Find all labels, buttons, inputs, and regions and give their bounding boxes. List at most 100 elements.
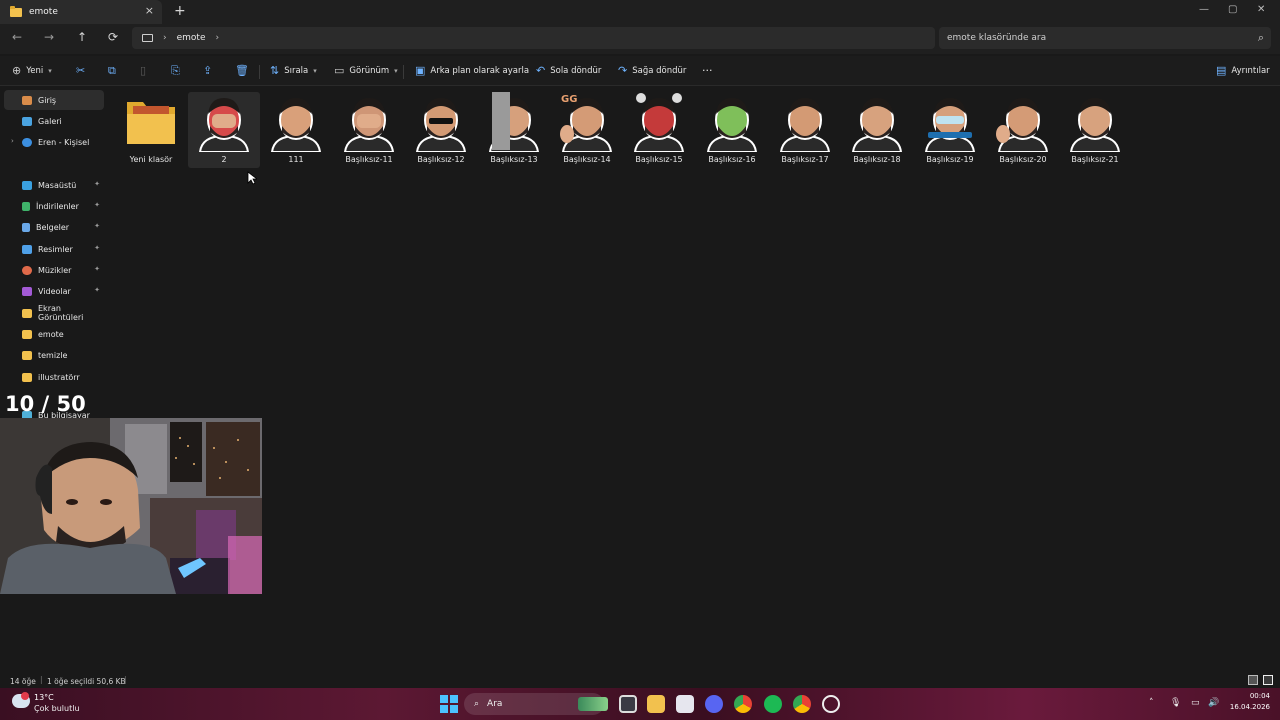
file-item[interactable]: Yeni klasör	[115, 92, 187, 168]
file-item[interactable]: Başlıksız-18	[841, 92, 913, 168]
webcam-overlay	[0, 418, 262, 594]
monitor-icon[interactable]: ▭	[1191, 698, 1200, 708]
chevron-down-icon: ▾	[48, 66, 52, 75]
discord-icon[interactable]	[705, 695, 723, 713]
cut-icon[interactable]: ✂	[76, 64, 85, 77]
file-item[interactable]: Başlıksız-21	[1059, 92, 1131, 168]
address-bar[interactable]: › emote ›	[132, 27, 935, 49]
search-placeholder: emote klasöründe ara	[947, 33, 1047, 43]
file-item[interactable]: Başlıksız-16	[696, 92, 768, 168]
tab-emote[interactable]: emote ×	[0, 0, 162, 24]
weather-desc: Çok bulutlu	[34, 704, 80, 713]
new-tab-button[interactable]: +	[174, 3, 186, 19]
chrome-icon[interactable]	[734, 695, 752, 713]
file-name: Başlıksız-15	[635, 155, 683, 164]
sidebar-item-temizle[interactable]: temizle	[4, 345, 104, 365]
file-item[interactable]: 2	[188, 92, 260, 168]
sidebar-label: illustratörr	[38, 372, 80, 382]
sidebar-item-music[interactable]: Müzikler ✦	[4, 260, 104, 280]
pin-icon: ✦	[94, 265, 100, 273]
sidebar-item-documents[interactable]: Belgeler ✦	[4, 217, 104, 237]
details-button[interactable]: ▤ Ayrıntılar	[1216, 64, 1270, 77]
minimize-button[interactable]: —	[1199, 4, 1209, 15]
breadcrumb-separator[interactable]: ›	[216, 33, 220, 43]
refresh-button[interactable]: ⟳	[108, 30, 118, 44]
cloud-icon	[22, 137, 32, 147]
chrome-profile-icon[interactable]	[793, 695, 811, 713]
file-item[interactable]: Başlıksız-11	[333, 92, 405, 168]
sidebar-label: temizle	[38, 350, 68, 360]
more-options-button[interactable]: ···	[702, 64, 713, 77]
paste-icon[interactable]: ▯	[140, 64, 146, 77]
maximize-button[interactable]: ▢	[1228, 4, 1237, 15]
file-item[interactable]: Başlıksız-20	[987, 92, 1059, 168]
details-pane-icon: ▤	[1216, 64, 1227, 77]
sidebar-label: Resimler	[38, 244, 73, 254]
view-button[interactable]: ▭ Görünüm ▾	[334, 64, 398, 77]
breadcrumb-separator: ›	[163, 33, 167, 43]
sidebar-item-emote[interactable]: emote	[4, 324, 104, 344]
file-item[interactable]: Başlıksız-15	[623, 92, 695, 168]
sidebar-item-illustrator[interactable]: illustratörr	[4, 367, 104, 387]
emote-thumbnail-image	[924, 98, 976, 152]
chevron-right-icon[interactable]: ›	[11, 137, 14, 145]
file-item[interactable]: GG Başlıksız-14	[551, 92, 623, 168]
sidebar-item-pictures[interactable]: Resimler ✦	[4, 239, 104, 259]
tab-close-button[interactable]: ×	[145, 4, 154, 17]
sidebar-item-downloads[interactable]: İndirilenler ✦	[4, 196, 104, 216]
file-item[interactable]: 111	[260, 92, 332, 168]
file-item[interactable]: Başlıksız-17	[769, 92, 841, 168]
breadcrumb-emote[interactable]: emote	[177, 33, 206, 43]
file-item[interactable]: Başlıksız-12	[405, 92, 477, 168]
emote-thumbnail-image	[343, 98, 395, 152]
volume-icon[interactable]: 🔊	[1208, 698, 1219, 708]
emote-thumbnail-image	[851, 98, 903, 152]
store-icon[interactable]	[676, 695, 694, 713]
file-item[interactable]: Başlıksız-19	[914, 92, 986, 168]
emote-thumbnail-image	[706, 98, 758, 152]
delete-icon[interactable]: 🗑	[235, 64, 249, 77]
widget-thumbnail-icon[interactable]	[578, 697, 608, 711]
details-view-toggle[interactable]	[1248, 675, 1258, 685]
spotify-icon[interactable]	[764, 695, 782, 713]
sidebar-item-videos[interactable]: Videolar ✦	[4, 281, 104, 301]
file-item[interactable]: Başlıksız-13	[478, 92, 550, 168]
set-background-button[interactable]: ▣ Arka plan olarak ayarla	[415, 64, 529, 77]
sidebar-item-onedrive[interactable]: › Eren - Kişisel	[4, 132, 104, 152]
share-icon[interactable]: ⇪	[203, 64, 212, 77]
sort-button[interactable]: ⇅ Sırala ▾	[270, 64, 317, 77]
emote-thumbnail-image	[488, 92, 540, 152]
task-view-icon[interactable]	[619, 695, 637, 713]
file-name: Başlıksız-16	[708, 155, 756, 164]
divider	[259, 65, 260, 79]
chevron-up-icon[interactable]: ˄	[1149, 698, 1154, 708]
webcam-feed-image	[0, 418, 262, 594]
search-input[interactable]: emote klasöründe ara ⌕	[939, 27, 1271, 49]
file-name: Başlıksız-19	[926, 155, 974, 164]
new-button[interactable]: ⊕ Yeni ▾	[12, 64, 52, 77]
sidebar-item-screenshots[interactable]: Ekran Görüntüleri	[4, 303, 104, 323]
file-name: Başlıksız-17	[781, 155, 829, 164]
clock-date[interactable]: 16.04.2026	[1224, 703, 1270, 711]
emote-thumbnail-image	[415, 98, 467, 152]
close-window-button[interactable]: ✕	[1257, 4, 1265, 15]
clock-time[interactable]: 00:04	[1230, 692, 1270, 700]
app-icon[interactable]	[822, 695, 840, 713]
rename-icon[interactable]: ⎘	[171, 64, 180, 78]
status-divider: |	[124, 675, 127, 684]
forward-button[interactable]: →	[44, 30, 54, 44]
file-explorer-icon[interactable]	[647, 695, 665, 713]
up-button[interactable]: ↑	[77, 30, 87, 44]
sidebar-item-gallery[interactable]: Galeri	[4, 111, 104, 131]
gallery-icon	[22, 116, 32, 126]
sidebar-item-home[interactable]: Giriş	[4, 90, 104, 110]
rotate-right-button[interactable]: ↷ Sağa döndür	[618, 64, 686, 77]
sidebar-item-desktop[interactable]: Masaüstü ✦	[4, 175, 104, 195]
start-button[interactable]	[440, 695, 458, 713]
folder-icon	[22, 329, 32, 339]
copy-icon[interactable]: ⧉	[108, 64, 116, 78]
rotate-left-button[interactable]: ↶ Sola döndür	[536, 64, 601, 77]
back-button[interactable]: ←	[12, 30, 22, 44]
microphone-icon[interactable]: 🎙	[1170, 698, 1181, 708]
large-icons-view-toggle[interactable]	[1263, 675, 1273, 685]
